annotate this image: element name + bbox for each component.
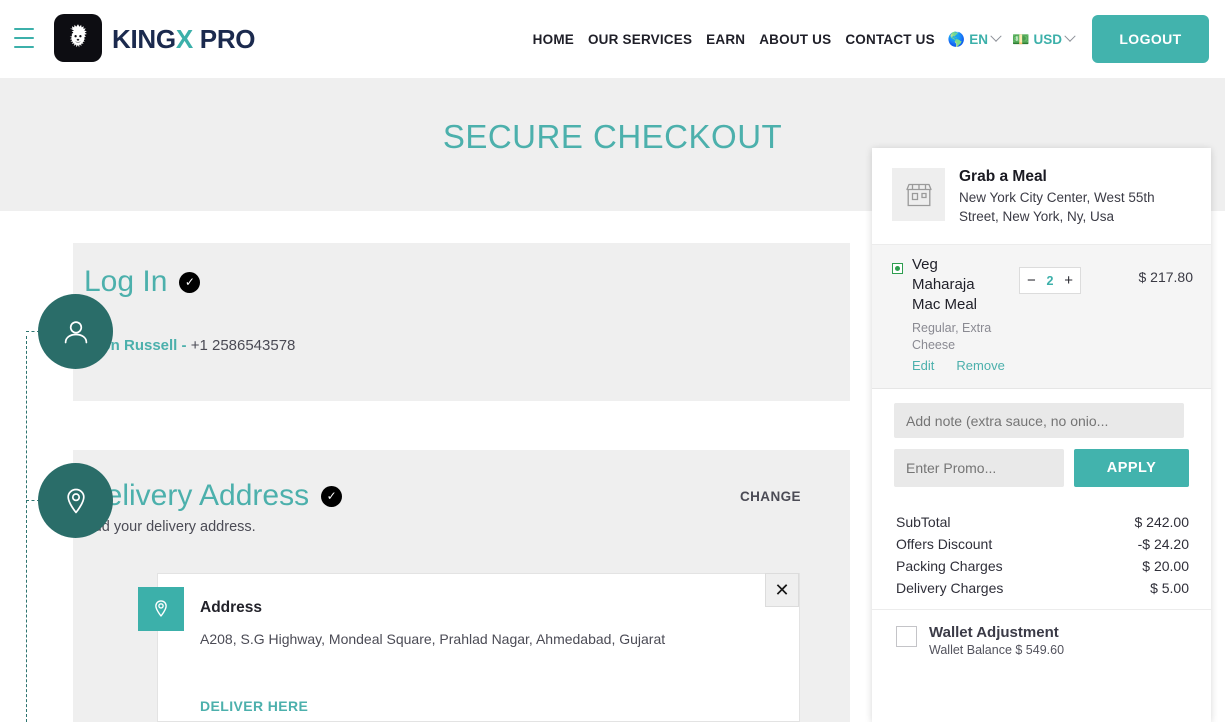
nav-item-our-services[interactable]: OUR SERVICES bbox=[581, 32, 699, 47]
checkout-timeline-connector bbox=[26, 336, 27, 722]
nav-item-home[interactable]: HOME bbox=[526, 32, 581, 47]
apply-promo-button[interactable]: APPLY bbox=[1074, 449, 1189, 487]
store-name: Grab a Meal bbox=[959, 168, 1047, 185]
change-address-button[interactable]: CHANGE bbox=[740, 489, 801, 504]
brand-suffix: PRO bbox=[192, 24, 256, 54]
logout-button[interactable]: LOGOUT bbox=[1092, 15, 1209, 63]
order-note-input[interactable] bbox=[894, 403, 1184, 438]
promo-row: APPLY bbox=[894, 449, 1193, 487]
summary-row-packing-charges: Packing Charges $ 20.00 bbox=[896, 555, 1189, 577]
summary-label: Packing Charges bbox=[896, 558, 1003, 574]
hamburger-icon[interactable] bbox=[14, 28, 34, 48]
wallet-adjustment-row[interactable]: Wallet Adjustment Wallet Balance $ 549.6… bbox=[872, 609, 1211, 667]
wallet-balance: Wallet Balance $ 549.60 bbox=[929, 643, 1065, 657]
nav-item-contact-us[interactable]: CONTACT US bbox=[838, 32, 942, 47]
check-circle-icon: ✓ bbox=[321, 485, 343, 507]
summary-row-offers-discount: Offers Discount -$ 24.20 bbox=[896, 533, 1189, 555]
nav-item-about-us[interactable]: ABOUT US bbox=[752, 32, 838, 47]
delivery-subtitle: Add your delivery address. bbox=[84, 519, 256, 535]
summary-value: $ 5.00 bbox=[1150, 580, 1189, 596]
user-icon bbox=[38, 294, 113, 369]
promo-code-input[interactable] bbox=[894, 449, 1064, 487]
language-selector[interactable]: 🌎 EN bbox=[942, 30, 1006, 47]
check-circle-icon: ✓ bbox=[179, 271, 201, 293]
login-section-header: Log In ✓ bbox=[84, 265, 201, 299]
order-summary-panel: Grab a Meal New York City Center, West 5… bbox=[872, 148, 1211, 722]
customer-phone: +1 2586543578 bbox=[190, 337, 296, 354]
wallet-adjustment-title: Wallet Adjustment bbox=[929, 624, 1059, 641]
deliver-here-button[interactable]: DELIVER HERE bbox=[200, 698, 308, 714]
chevron-down-icon bbox=[1064, 30, 1076, 42]
summary-value: $ 20.00 bbox=[1142, 558, 1189, 574]
address-card-title: Address bbox=[200, 599, 263, 616]
map-pin-icon bbox=[138, 587, 184, 631]
plus-icon[interactable]: + bbox=[1064, 273, 1073, 288]
summary-row-delivery-charges: Delivery Charges $ 5.00 bbox=[896, 577, 1189, 599]
quantity-value: 2 bbox=[1046, 273, 1054, 288]
globe-icon: 🌎 bbox=[947, 31, 966, 47]
chevron-down-icon bbox=[990, 30, 1002, 42]
currency-selector[interactable]: 💵 USD bbox=[1006, 30, 1080, 47]
language-value: EN bbox=[969, 31, 989, 47]
address-card-text: A208, S.G Highway, Mondeal Square, Prahl… bbox=[200, 631, 666, 647]
map-pin-icon bbox=[38, 463, 113, 538]
money-icon: 💵 bbox=[1012, 31, 1030, 47]
summary-value: $ 242.00 bbox=[1134, 514, 1190, 530]
item-actions: Edit Remove bbox=[912, 358, 1005, 373]
delivery-section-header: Delivery Address ✓ bbox=[84, 479, 343, 513]
brand-x: X bbox=[175, 24, 193, 54]
cart-inputs: APPLY bbox=[872, 389, 1211, 499]
store-header: Grab a Meal New York City Center, West 5… bbox=[872, 148, 1211, 245]
item-name: Veg Maharaja Mac Meal bbox=[912, 256, 978, 313]
summary-label: Offers Discount bbox=[896, 536, 993, 552]
item-options: Regular, Extra Cheese bbox=[912, 321, 992, 352]
close-icon[interactable]: ✕ bbox=[765, 573, 799, 607]
customer-info: Zyon Russell - +1 2586543578 bbox=[84, 337, 295, 354]
summary-value: -$ 24.20 bbox=[1137, 536, 1189, 552]
minus-icon[interactable]: − bbox=[1027, 273, 1036, 288]
quantity-stepper[interactable]: − 2 + bbox=[1019, 267, 1081, 294]
delivery-title: Delivery Address bbox=[84, 479, 310, 512]
summary-row-subtotal: SubTotal $ 242.00 bbox=[896, 511, 1189, 533]
summary-label: SubTotal bbox=[896, 514, 951, 530]
remove-item-button[interactable]: Remove bbox=[956, 358, 1004, 373]
lion-logo-icon[interactable] bbox=[54, 14, 102, 62]
brand-title: KINGX PRO bbox=[112, 24, 256, 55]
veg-mark-icon bbox=[892, 263, 903, 274]
brand-prefix: KING bbox=[112, 24, 176, 54]
site-header: KINGX PRO HOME OUR SERVICES EARN ABOUT U… bbox=[0, 0, 1225, 78]
store-address: New York City Center, West 55th Street, … bbox=[959, 190, 1155, 224]
currency-value: USD bbox=[1033, 31, 1062, 47]
nav-item-earn[interactable]: EARN bbox=[699, 32, 752, 47]
cart-line-item: Veg Maharaja Mac Meal Regular, Extra Che… bbox=[872, 245, 1211, 389]
price-summary: SubTotal $ 242.00 Offers Discount -$ 24.… bbox=[872, 499, 1211, 609]
login-title: Log In bbox=[84, 265, 168, 298]
main-navigation: HOME OUR SERVICES EARN ABOUT US CONTACT … bbox=[526, 0, 1209, 78]
edit-item-button[interactable]: Edit bbox=[912, 358, 934, 373]
checkbox-icon[interactable] bbox=[896, 626, 917, 647]
storefront-icon bbox=[892, 168, 945, 221]
item-price: $ 217.80 bbox=[1138, 269, 1194, 285]
summary-label: Delivery Charges bbox=[896, 580, 1004, 596]
